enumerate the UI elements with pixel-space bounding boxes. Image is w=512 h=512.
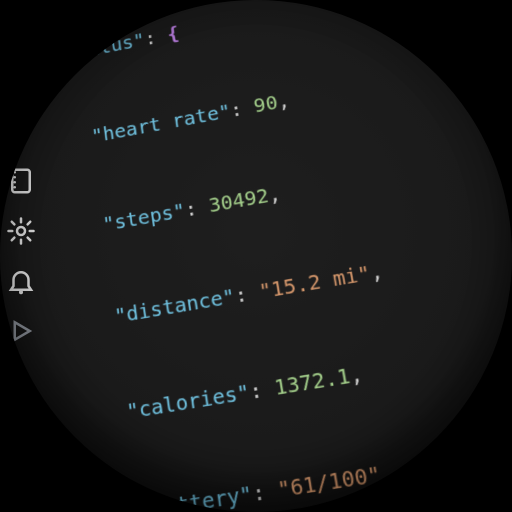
- json-value: 1372.1: [272, 362, 352, 400]
- json-key: "steps": [101, 198, 186, 236]
- json-value: 30492: [207, 183, 270, 217]
- json-key: "heart rate": [90, 99, 232, 147]
- json-key: "battery": [138, 480, 255, 512]
- line-number: 12: [0, 50, 19, 85]
- brace-open: {: [166, 21, 181, 45]
- watch-face: tik.json C: > Users > rzr > faces > ... …: [0, 0, 512, 512]
- json-value: "15.2 mi": [257, 260, 372, 303]
- json-value: "61/100": [276, 460, 383, 502]
- json-key: "status": [53, 28, 146, 67]
- editor-stage: tik.json C: > Users > rzr > faces > ... …: [0, 0, 512, 512]
- code-editor[interactable]: 1 2 3 4 5 6 7 8 9 10 11 12 { "time": "10…: [0, 0, 512, 512]
- json-key: "distance": [113, 283, 237, 328]
- json-key: "calories": [125, 379, 251, 424]
- code-body[interactable]: { "time": "10:09:00", "date": "Fri, Jan …: [0, 0, 512, 512]
